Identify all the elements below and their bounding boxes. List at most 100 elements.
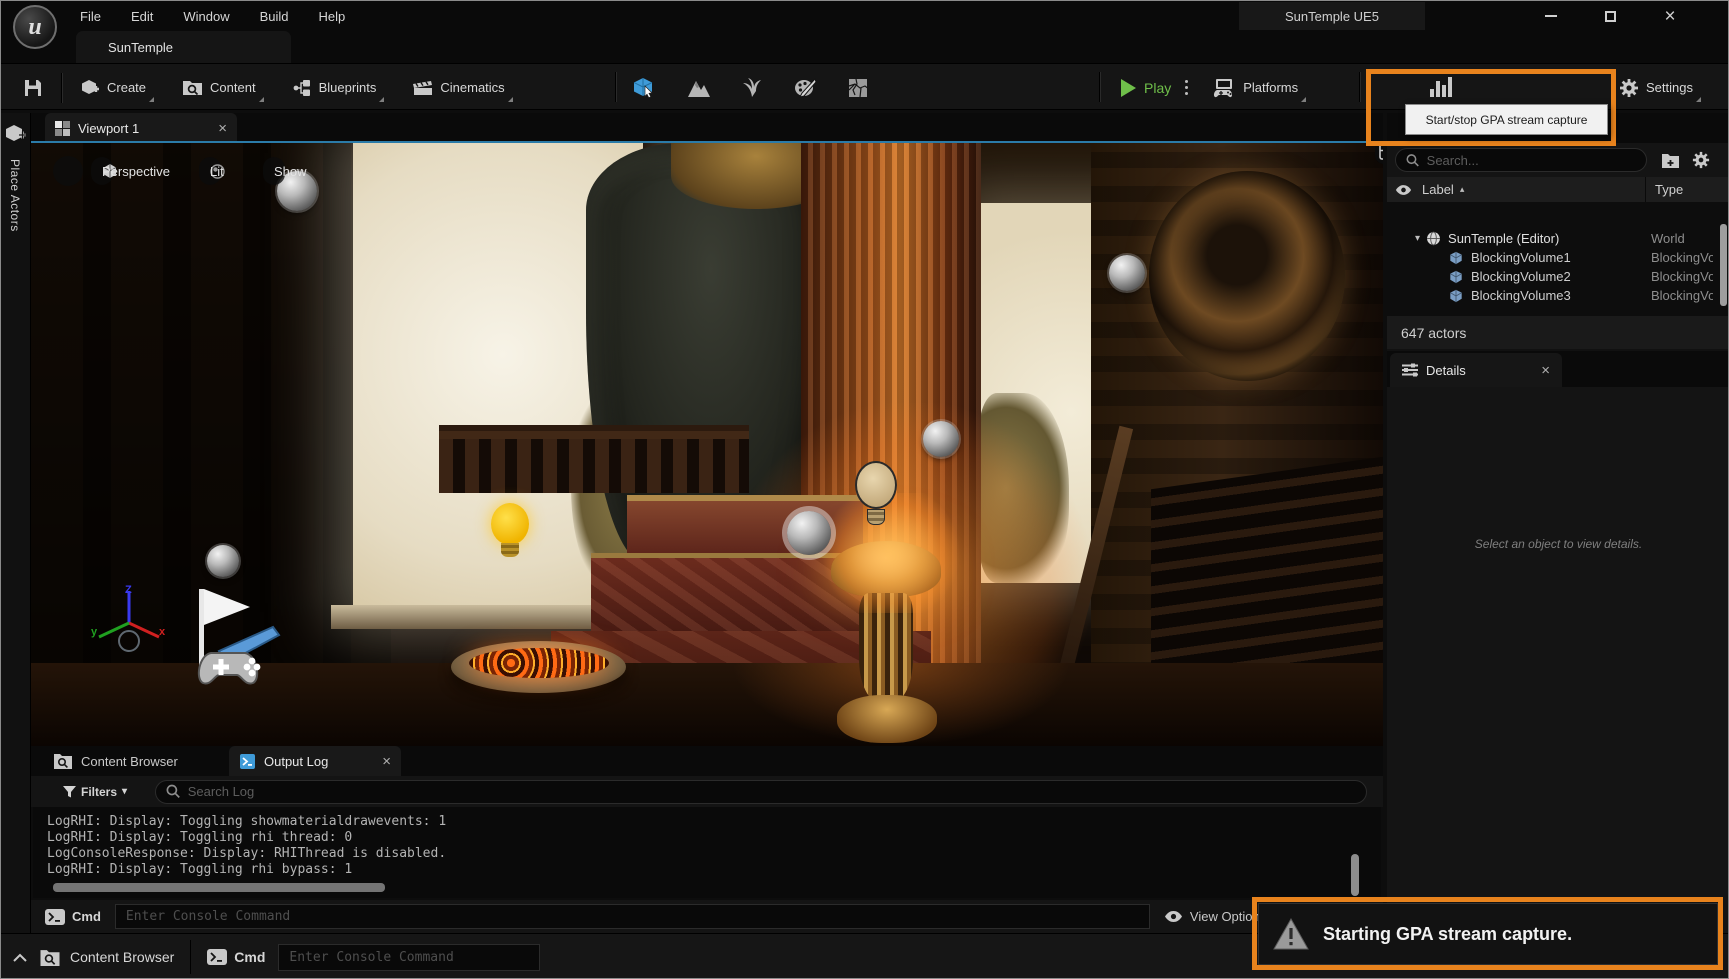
place-actors-tab[interactable]: Place Actors bbox=[8, 159, 22, 232]
log-search-box[interactable] bbox=[155, 780, 1367, 804]
status-console-command-input[interactable] bbox=[289, 950, 529, 965]
status-content-browser-button[interactable]: Content Browser bbox=[39, 948, 174, 967]
label-column-header[interactable]: Label bbox=[1422, 182, 1454, 197]
new-folder-icon[interactable] bbox=[1661, 152, 1680, 169]
platforms-button[interactable]: Platforms bbox=[1202, 64, 1316, 111]
outliner-row-blockingvolume3[interactable]: BlockingVolume3 BlockingVolume bbox=[1387, 286, 1729, 305]
column-divider[interactable] bbox=[1645, 177, 1646, 202]
settings-gear-icon[interactable] bbox=[1619, 78, 1639, 98]
outliner-search-row bbox=[1387, 143, 1729, 177]
select-mode-icon[interactable] bbox=[633, 76, 657, 100]
log-horizontal-scrollbar[interactable] bbox=[53, 883, 385, 892]
menu-edit[interactable]: Edit bbox=[116, 1, 168, 31]
lit-dropdown[interactable]: Lit bbox=[199, 157, 221, 185]
cmd-icon bbox=[45, 909, 65, 925]
unreal-logo-icon[interactable]: u bbox=[13, 5, 57, 49]
fracture-mode-icon[interactable] bbox=[847, 77, 869, 99]
console-command-row: Cmd View Options bbox=[31, 900, 1383, 933]
tab-output-log[interactable]: Output Log × bbox=[229, 746, 401, 776]
log-search-input[interactable] bbox=[188, 784, 1356, 799]
expand-drawer-chevron-icon[interactable] bbox=[13, 953, 27, 962]
outliner-row-blockingvolume2[interactable]: BlockingVolume2 BlockingVolume bbox=[1387, 267, 1729, 286]
save-button[interactable] bbox=[13, 64, 53, 111]
expand-chevron-icon[interactable]: ▾ bbox=[1415, 233, 1420, 244]
sphere-gizmo[interactable] bbox=[787, 511, 831, 555]
row-type: BlockingVolume bbox=[1651, 288, 1713, 303]
cinematics-button[interactable]: Cinematics bbox=[402, 64, 522, 111]
output-log-tab-close-icon[interactable]: × bbox=[382, 754, 391, 769]
outliner-scrollbar[interactable] bbox=[1720, 224, 1727, 306]
outliner-search-box[interactable] bbox=[1395, 148, 1647, 172]
tab-suntemple-level[interactable]: SunTemple bbox=[76, 31, 291, 63]
platforms-label: Platforms bbox=[1243, 80, 1298, 95]
outliner-settings-gear-icon[interactable] bbox=[1692, 151, 1710, 169]
row-label: BlockingVolume1 bbox=[1471, 250, 1571, 265]
visibility-eye-icon[interactable] bbox=[1395, 184, 1412, 196]
tab-content-browser[interactable]: Content Browser bbox=[41, 746, 190, 776]
sphere-gizmo[interactable] bbox=[207, 545, 239, 577]
create-button[interactable]: Create bbox=[70, 64, 164, 111]
blueprints-label: Blueprints bbox=[319, 80, 377, 95]
outliner-row-blockingvolume1[interactable]: BlockingVolume1 BlockingVolume bbox=[1387, 248, 1729, 267]
details-tab-close-icon[interactable]: × bbox=[1541, 363, 1550, 378]
outliner-row-world[interactable]: ▾ SunTemple (Editor) World bbox=[1387, 229, 1729, 248]
menu-build[interactable]: Build bbox=[245, 1, 304, 31]
view-options-label: View Options bbox=[1190, 909, 1266, 924]
log-line: LogRHI: Display: Toggling rhi thread: 0 bbox=[47, 830, 1381, 846]
menu-help[interactable]: Help bbox=[304, 1, 361, 31]
place-actors-icon[interactable] bbox=[5, 123, 27, 145]
view-options-button[interactable]: View Options bbox=[1164, 909, 1266, 924]
blueprints-button[interactable]: Blueprints bbox=[282, 64, 395, 111]
sphere-gizmo[interactable] bbox=[923, 421, 959, 457]
row-label: BlockingVolume3 bbox=[1471, 288, 1571, 303]
maximize-button[interactable] bbox=[1584, 1, 1636, 31]
create-label: Create bbox=[107, 80, 146, 95]
perspective-dropdown[interactable]: Perspective bbox=[91, 157, 113, 185]
foliage-mode-icon[interactable] bbox=[741, 77, 763, 99]
menu-window[interactable]: Window bbox=[168, 1, 244, 31]
viewport-canvas[interactable]: Z x y Perspective Lit Show bbox=[31, 143, 1383, 746]
log-vertical-scrollbar[interactable] bbox=[1351, 854, 1359, 896]
content-button[interactable]: Content bbox=[172, 64, 274, 111]
tab-viewport-1[interactable]: Viewport 1 × bbox=[45, 113, 237, 143]
show-dropdown[interactable]: Show bbox=[263, 157, 285, 185]
cinematics-label: Cinematics bbox=[440, 80, 504, 95]
perspective-label: Perspective bbox=[102, 164, 170, 179]
menu-file[interactable]: File bbox=[65, 1, 116, 31]
main-toolbar: Create Content Blueprints Cinematics bbox=[1, 63, 1729, 110]
filter-funnel-icon bbox=[63, 785, 76, 798]
log-line: LogRHI: Display: Toggling rhi bypass: 1 bbox=[47, 862, 1381, 878]
output-log-icon bbox=[239, 753, 256, 770]
viewport-options-menu-button[interactable] bbox=[53, 156, 83, 186]
toolbar-separator bbox=[61, 73, 62, 103]
scene-balustrade bbox=[439, 431, 749, 493]
status-console-command-box[interactable] bbox=[278, 944, 540, 971]
settings-label[interactable]: Settings bbox=[1646, 80, 1693, 95]
player-start-gizmo[interactable] bbox=[161, 583, 281, 693]
volume-cube-icon bbox=[1449, 289, 1463, 303]
landscape-mode-icon[interactable] bbox=[687, 77, 711, 99]
console-command-box[interactable] bbox=[115, 904, 1150, 929]
mesh-paint-mode-icon[interactable] bbox=[793, 77, 817, 99]
type-column-header[interactable]: Type bbox=[1655, 182, 1683, 197]
light-bulb-gizmo-tan[interactable] bbox=[853, 461, 899, 527]
outliner-search-input[interactable] bbox=[1427, 153, 1636, 168]
play-options-icon[interactable] bbox=[1185, 80, 1188, 95]
status-cmd-label: Cmd bbox=[234, 949, 265, 965]
settings-dropdown-corner bbox=[1696, 97, 1701, 102]
gpa-stream-capture-button[interactable] bbox=[1429, 76, 1457, 98]
svg-text:y: y bbox=[91, 626, 98, 638]
play-button[interactable]: Play bbox=[1121, 79, 1171, 97]
light-bulb-gizmo-yellow[interactable] bbox=[489, 503, 531, 561]
viewport-tab-close-icon[interactable]: × bbox=[218, 121, 227, 136]
details-empty-message: Select an object to view details. bbox=[1387, 537, 1729, 551]
filters-button[interactable]: Filters ▾ bbox=[63, 785, 127, 799]
tab-details[interactable]: Details × bbox=[1390, 353, 1562, 387]
minimize-button[interactable] bbox=[1525, 1, 1577, 31]
close-button[interactable]: × bbox=[1644, 1, 1696, 31]
console-command-input[interactable] bbox=[126, 909, 1139, 924]
save-icon bbox=[23, 78, 43, 98]
sphere-gizmo[interactable] bbox=[1109, 255, 1145, 291]
cinematics-icon bbox=[412, 78, 433, 97]
content-drawer-icon bbox=[182, 78, 203, 97]
